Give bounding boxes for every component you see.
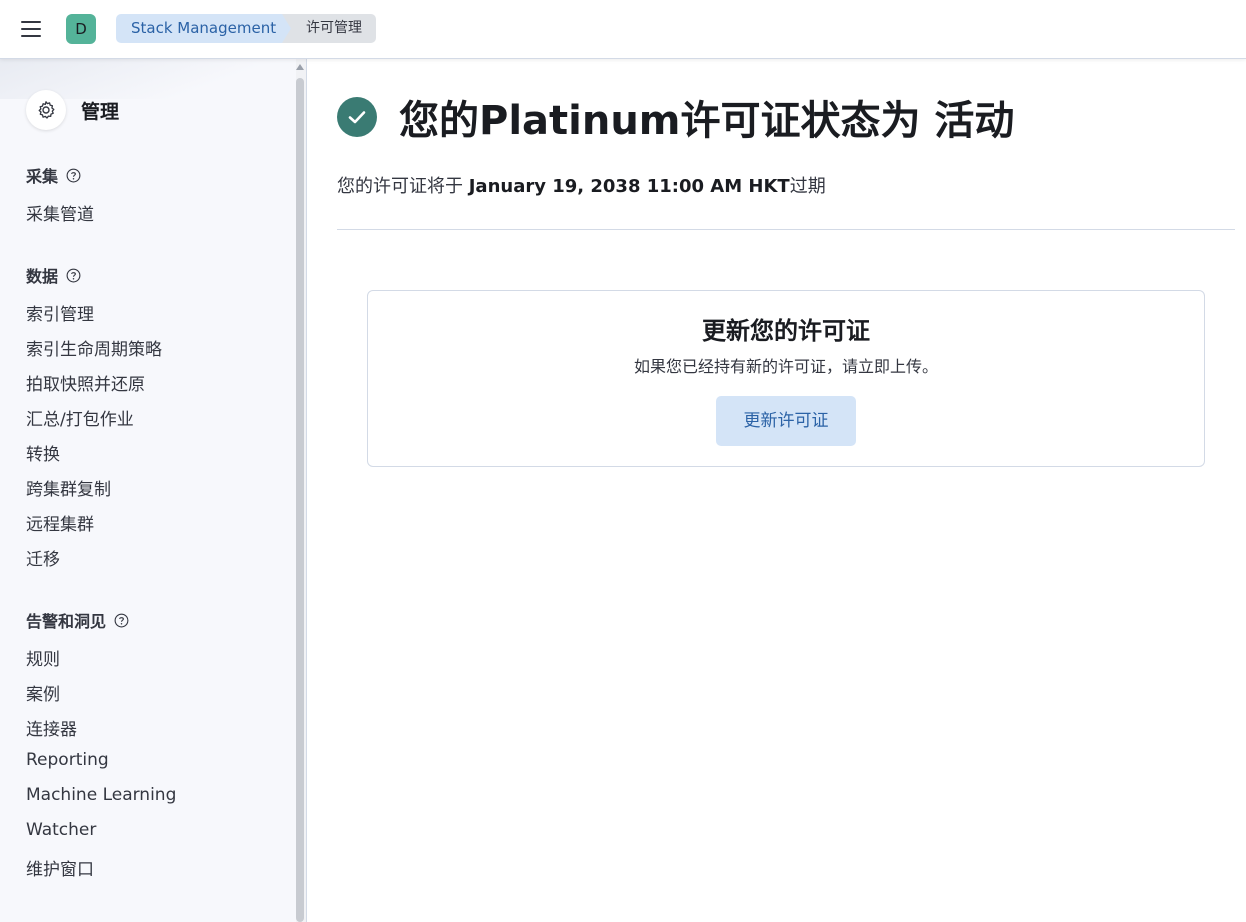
- update-license-button[interactable]: 更新许可证: [716, 396, 856, 446]
- sidebar-item-rollup-jobs[interactable]: 汇总/打包作业: [26, 405, 134, 430]
- sidebar-item-transforms[interactable]: 转换: [26, 440, 60, 465]
- nav-group-ingest: 采集: [26, 163, 81, 187]
- help-icon[interactable]: [66, 268, 81, 283]
- sidebar-item-maintenance-windows[interactable]: 维护窗口: [26, 855, 94, 880]
- space-avatar[interactable]: D: [66, 14, 96, 44]
- sidebar-item-remote-clusters[interactable]: 远程集群: [26, 510, 94, 535]
- sidebar-item-index-management[interactable]: 索引管理: [26, 300, 94, 325]
- expiry-suffix: 过期: [789, 176, 826, 197]
- sidebar-item-migrate[interactable]: 迁移: [26, 545, 60, 570]
- menu-icon[interactable]: [18, 17, 44, 41]
- license-status-header: 您的Platinum许可证状态为 活动: [337, 88, 1014, 146]
- expiry-date: January 19, 2038 11:00 AM HKT: [468, 176, 790, 197]
- check-icon: [337, 97, 377, 137]
- nav-group-title: 数据: [26, 267, 59, 286]
- sidebar-item-ingest-pipelines[interactable]: 采集管道: [26, 200, 94, 225]
- scroll-up-arrow-icon[interactable]: [296, 64, 304, 70]
- gear-icon: [26, 90, 66, 130]
- sidebar-item-ilm-policies[interactable]: 索引生命周期策略: [26, 335, 162, 360]
- sidebar-scrollbar-thumb[interactable]: [296, 78, 304, 922]
- nav-group-title: 采集: [26, 167, 59, 186]
- page-title: 您的Platinum许可证状态为 活动: [399, 98, 1015, 144]
- sidebar-item-machine-learning[interactable]: Machine Learning: [26, 785, 176, 805]
- sidebar-item-cases[interactable]: 案例: [26, 680, 60, 705]
- top-header: D Stack Management 许可管理: [0, 0, 1246, 59]
- sidebar-item-reporting[interactable]: Reporting: [26, 750, 109, 770]
- section-divider: [337, 229, 1235, 230]
- update-license-card: 更新您的许可证 如果您已经持有新的许可证，请立即上传。 更新许可证: [367, 290, 1205, 467]
- sidebar-header: 管理: [26, 90, 119, 130]
- sidebar-item-watcher[interactable]: Watcher: [26, 820, 96, 840]
- license-expiry-text: 您的许可证将于 January 19, 2038 11:00 AM HKT过期: [337, 172, 826, 198]
- card-title: 更新您的许可证: [702, 317, 870, 345]
- card-description: 如果您已经持有新的许可证，请立即上传。: [633, 357, 938, 376]
- nav-group-title: 告警和洞见: [26, 612, 107, 631]
- breadcrumb-stack-management[interactable]: Stack Management: [116, 14, 294, 43]
- expiry-prefix: 您的许可证将于: [337, 176, 469, 197]
- help-icon[interactable]: [66, 168, 81, 183]
- sidebar-item-cross-cluster-replication[interactable]: 跨集群复制: [26, 475, 111, 500]
- sidebar-title: 管理: [81, 100, 120, 123]
- sidebar-item-rules[interactable]: 规则: [26, 645, 60, 670]
- help-icon[interactable]: [114, 613, 129, 628]
- breadcrumb-license-management: 许可管理: [282, 14, 376, 43]
- sidebar-item-snapshot-restore[interactable]: 拍取快照并还原: [26, 370, 145, 395]
- sidebar-item-connectors[interactable]: 连接器: [26, 715, 77, 740]
- nav-group-data: 数据: [26, 263, 81, 287]
- sidebar-divider: [306, 59, 307, 922]
- nav-group-alerts-insights: 告警和洞见: [26, 608, 129, 632]
